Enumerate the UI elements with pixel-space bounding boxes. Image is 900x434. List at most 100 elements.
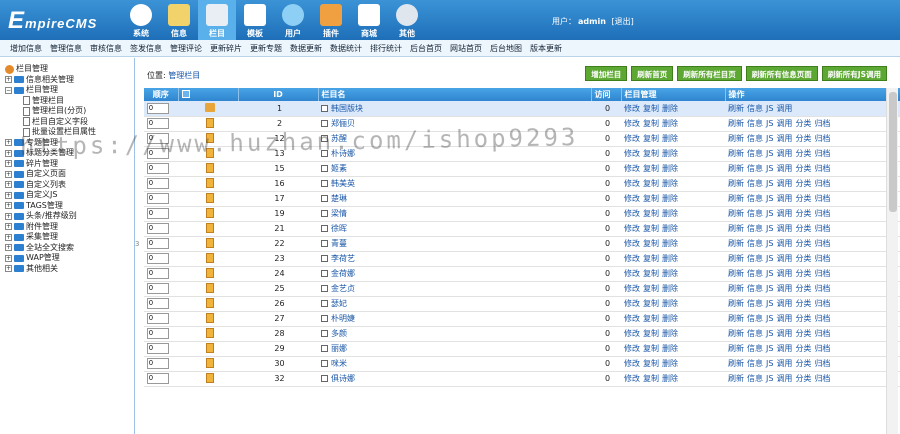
op-link[interactable]: 刷新 [728, 254, 744, 263]
op-link[interactable]: 分类 [795, 329, 811, 338]
op-link[interactable]: 刷新 [728, 269, 744, 278]
op-link[interactable]: 调用 [776, 299, 792, 308]
column-name-link[interactable]: 楚琳 [331, 194, 347, 203]
op-link[interactable]: 刷新 [728, 179, 744, 188]
row-checkbox[interactable] [321, 330, 328, 337]
manage-link[interactable]: 删除 [662, 104, 678, 113]
order-input[interactable] [147, 193, 169, 204]
row-checkbox[interactable] [321, 255, 328, 262]
op-link[interactable]: JS [766, 164, 773, 173]
menu-item[interactable]: 数据统计 [330, 43, 362, 54]
empirecms-logo[interactable]: EmpireCMS [8, 9, 97, 33]
row-checkbox[interactable] [321, 120, 328, 127]
manage-link[interactable]: 删除 [662, 194, 678, 203]
expand-icon[interactable]: + [5, 76, 12, 84]
op-link[interactable]: 信息 [747, 239, 763, 248]
nav-item-3[interactable]: 模板 [236, 0, 274, 40]
op-link[interactable]: 调用 [776, 269, 792, 278]
tree-item[interactable]: 栏目自定义字段 [5, 117, 134, 128]
op-link[interactable]: 信息 [747, 329, 763, 338]
op-link[interactable]: 刷新 [728, 344, 744, 353]
manage-link[interactable]: 删除 [662, 239, 678, 248]
manage-link[interactable]: 修改 [624, 254, 640, 263]
expand-icon[interactable]: + [5, 191, 12, 199]
op-link[interactable]: 调用 [776, 359, 792, 368]
column-name-link[interactable]: 韩美英 [331, 179, 355, 188]
row-checkbox[interactable] [321, 375, 328, 382]
manage-link[interactable]: 复制 [643, 344, 659, 353]
column-name-link[interactable]: 多颜 [331, 329, 347, 338]
op-link[interactable]: JS [766, 254, 773, 263]
op-link[interactable]: 归档 [814, 314, 830, 323]
order-input[interactable] [147, 118, 169, 129]
expand-icon[interactable]: + [5, 139, 12, 147]
tree-item[interactable]: + 全站全文搜索 [5, 243, 134, 254]
manage-link[interactable]: 复制 [643, 224, 659, 233]
op-link[interactable]: 刷新 [728, 314, 744, 323]
op-link[interactable]: 调用 [776, 149, 792, 158]
manage-link[interactable]: 复制 [643, 359, 659, 368]
expand-icon[interactable]: + [5, 202, 12, 210]
tree-item[interactable]: + 其他相关 [5, 264, 134, 275]
op-link[interactable]: 信息 [747, 284, 763, 293]
op-link[interactable]: 信息 [747, 104, 763, 113]
op-link[interactable]: 刷新 [728, 239, 744, 248]
op-link[interactable]: 调用 [776, 224, 792, 233]
op-link[interactable]: 归档 [814, 194, 830, 203]
op-link[interactable]: 归档 [814, 359, 830, 368]
tree-item[interactable]: − 栏目管理 [5, 85, 134, 96]
column-name-link[interactable]: 瑟妃 [331, 299, 347, 308]
manage-link[interactable]: 复制 [643, 239, 659, 248]
op-link[interactable]: 归档 [814, 119, 830, 128]
op-link[interactable]: 刷新 [728, 164, 744, 173]
op-link[interactable]: 归档 [814, 179, 830, 188]
op-link[interactable]: 归档 [814, 164, 830, 173]
expand-icon[interactable]: + [5, 233, 12, 241]
op-link[interactable]: JS [766, 329, 773, 338]
tree-item[interactable]: 栏目管理 [5, 64, 134, 75]
manage-link[interactable]: 修改 [624, 104, 640, 113]
op-link[interactable]: 分类 [795, 194, 811, 203]
manage-link[interactable]: 删除 [662, 179, 678, 188]
manage-link[interactable]: 复制 [643, 194, 659, 203]
manage-link[interactable]: 修改 [624, 164, 640, 173]
op-link[interactable]: 分类 [795, 284, 811, 293]
op-link[interactable]: 分类 [795, 359, 811, 368]
manage-link[interactable]: 删除 [662, 224, 678, 233]
manage-link[interactable]: 修改 [624, 224, 640, 233]
op-link[interactable]: 调用 [776, 104, 792, 113]
menu-item[interactable]: 后台地图 [490, 43, 522, 54]
tree-item[interactable]: + 头条/推荐级别 [5, 211, 134, 222]
op-link[interactable]: 调用 [776, 374, 792, 383]
manage-link[interactable]: 复制 [643, 284, 659, 293]
op-link[interactable]: 分类 [795, 254, 811, 263]
op-link[interactable]: 调用 [776, 314, 792, 323]
op-link[interactable]: 归档 [814, 254, 830, 263]
op-link[interactable]: 刷新 [728, 224, 744, 233]
column-name-link[interactable]: 金荷娜 [331, 269, 355, 278]
manage-link[interactable]: 复制 [643, 149, 659, 158]
manage-link[interactable]: 删除 [662, 164, 678, 173]
manage-link[interactable]: 修改 [624, 194, 640, 203]
expand-icon[interactable]: + [5, 223, 12, 231]
column-name-link[interactable]: 徐晖 [331, 224, 347, 233]
manage-link[interactable]: 删除 [662, 359, 678, 368]
tree-item[interactable]: + 自定义JS [5, 190, 134, 201]
menu-item[interactable]: 数据更新 [290, 43, 322, 54]
row-checkbox[interactable] [321, 225, 328, 232]
nav-item-5[interactable]: 插件 [312, 0, 350, 40]
toolbar-button[interactable]: 刷新首页 [631, 66, 674, 81]
tree-item[interactable]: 管理栏目 [5, 96, 134, 107]
order-input[interactable] [147, 253, 169, 264]
expand-icon[interactable]: + [5, 149, 12, 157]
tree-item[interactable]: + WAP管理 [5, 253, 134, 264]
row-checkbox[interactable] [321, 360, 328, 367]
op-link[interactable]: 归档 [814, 269, 830, 278]
manage-link[interactable]: 删除 [662, 329, 678, 338]
row-checkbox[interactable] [321, 315, 328, 322]
tree-item[interactable]: 管理栏目(分页) [5, 106, 134, 117]
op-link[interactable]: JS [766, 374, 773, 383]
manage-link[interactable]: 复制 [643, 329, 659, 338]
op-link[interactable]: 信息 [747, 344, 763, 353]
order-input[interactable] [147, 298, 169, 309]
